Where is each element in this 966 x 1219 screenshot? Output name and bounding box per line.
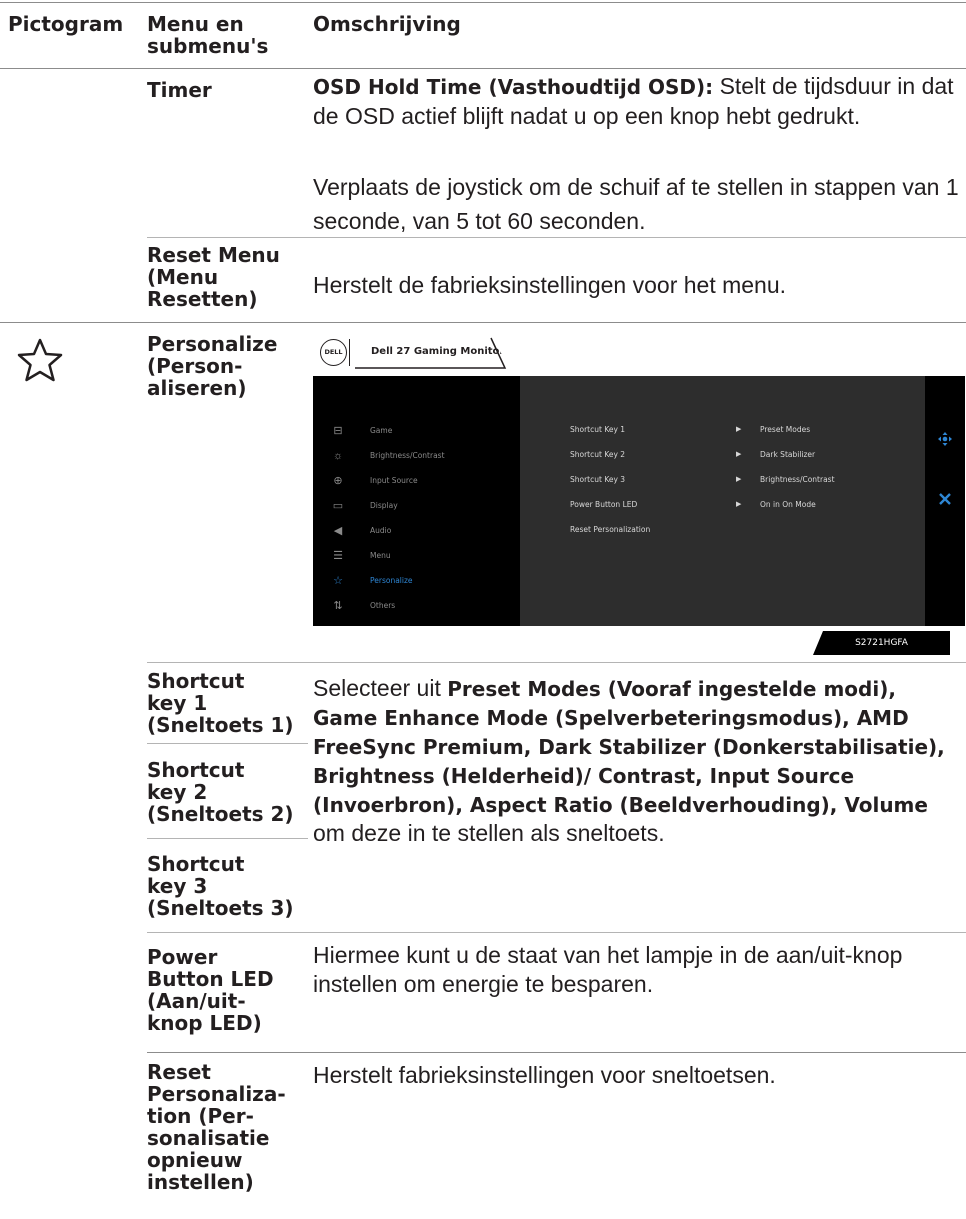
reset-menu-line2: (Menu	[147, 265, 219, 289]
osd-settings-panel: Shortcut Key 1 ▶ Preset Modes Shortcut K…	[520, 376, 925, 626]
personalize-line3: aliseren)	[147, 376, 247, 400]
menu-personalize: Personalize (Person- aliseren)	[147, 333, 277, 399]
input-source-icon: ⊕	[333, 475, 343, 487]
osd-menu-audio[interactable]: ◀ Audio	[313, 524, 520, 549]
others-icon: ⇅	[333, 600, 343, 612]
osd-menu-personalize[interactable]: ☆ Personalize	[313, 574, 520, 599]
osd-menu-game[interactable]: ⊟ Game	[313, 424, 520, 449]
game-icon: ⊟	[333, 425, 343, 437]
osd-menu-input-source[interactable]: ⊕ Input Source	[313, 474, 520, 499]
menu-shortcut-key-2: Shortcut key 2 (Sneltoets 2)	[147, 758, 294, 826]
shortcut-description: Selecteer uit Preset Modes (Vooraf inges…	[313, 675, 945, 846]
menu-timer: Timer	[147, 78, 212, 102]
dell-logo: DELL	[320, 339, 347, 366]
display-icon: ▭	[332, 500, 344, 512]
model-number: S2721HGFA	[855, 638, 908, 648]
osd-title-underline	[355, 337, 507, 369]
osd-menu-list: ⊟ Game ☼ Brightness/Contrast ⊕ Input Sou…	[313, 376, 520, 626]
menu-power-button-led: Power Button LED (Aan/uit- knop LED)	[147, 945, 274, 1035]
menu-reset-personalization: Reset Personaliza- tion (Per- sonalisati…	[147, 1060, 286, 1194]
osd-hold-time-label: OSD Hold Time (Vasthoudtijd OSD):	[313, 75, 714, 99]
osd-menu-menu[interactable]: ☰ Menu	[313, 549, 520, 574]
menu-shortcut-key-3: Shortcut key 3 (Sneltoets 3)	[147, 852, 294, 920]
osd-nav-column	[925, 376, 965, 626]
osd-screen: ⊟ Game ☼ Brightness/Contrast ⊕ Input Sou…	[313, 376, 965, 626]
brightness-icon: ☼	[332, 450, 344, 462]
arrow-right-icon: ▶	[736, 500, 742, 508]
section-rule	[0, 322, 966, 323]
osd-menu-brightness[interactable]: ☼ Brightness/Contrast	[313, 449, 520, 474]
menu-reset-menu: Reset Menu (Menu Resetten)	[147, 244, 280, 310]
joystick-move-icon[interactable]	[938, 432, 952, 446]
reset-menu-line3: Resetten)	[147, 287, 258, 311]
timer-description-2: Verplaats de joystick om de schuif af te…	[313, 174, 959, 234]
personalize-line2: (Person-	[147, 354, 243, 378]
reset-personalization-description: Herstelt fabrieksinstellingen voor snelt…	[313, 1062, 776, 1088]
header-menu: Menu en submenu's	[147, 12, 269, 58]
logo-divider	[349, 339, 350, 366]
arrow-right-icon: ▶	[736, 450, 742, 458]
arrow-right-icon: ▶	[736, 475, 742, 483]
header-pictogram: Pictogram	[8, 12, 124, 36]
star-outline-icon	[16, 337, 64, 383]
close-icon[interactable]	[938, 492, 952, 506]
reset-menu-description: Herstelt de fabrieksinstellingen voor he…	[313, 272, 787, 298]
arrow-right-icon: ▶	[736, 425, 742, 433]
power-led-description: Hiermee kunt u de staat van het lampje i…	[313, 942, 903, 997]
row-rule	[147, 932, 966, 933]
row-rule	[147, 662, 966, 663]
menu-icon: ☰	[333, 550, 343, 562]
row-rule	[147, 1052, 966, 1053]
star-icon: ☆	[333, 575, 343, 587]
model-tag: S2721HGFA	[813, 631, 950, 655]
row-rule	[147, 743, 308, 744]
top-rule	[0, 2, 966, 3]
row-rule	[147, 838, 308, 839]
row-rule	[147, 237, 966, 238]
reset-menu-line1: Reset Menu	[147, 243, 280, 267]
audio-icon: ◀	[333, 525, 343, 537]
header-description: Omschrijving	[313, 12, 461, 36]
header-rule	[0, 68, 966, 69]
menu-shortcut-key-1: Shortcut key 1 (Sneltoets 1)	[147, 669, 294, 737]
osd-menu-display[interactable]: ▭ Display	[313, 499, 520, 524]
personalize-line1: Personalize	[147, 332, 278, 356]
osd-menu-others[interactable]: ⇅ Others	[313, 599, 520, 624]
timer-description: OSD Hold Time (Vasthoudtijd OSD): Stelt …	[313, 72, 963, 131]
